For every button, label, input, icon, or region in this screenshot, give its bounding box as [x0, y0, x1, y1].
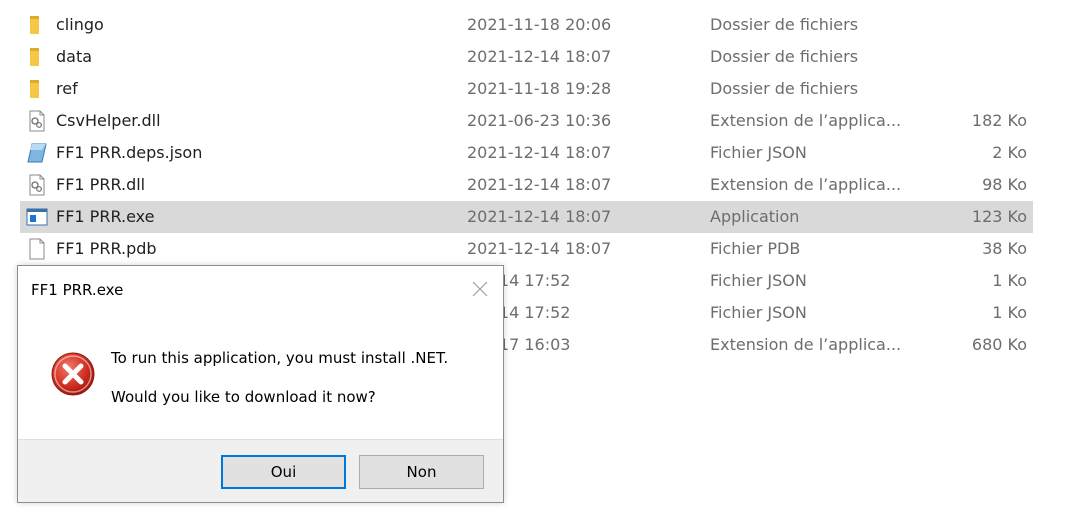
file-row[interactable]: ref 2021-11-18 19:28 Dossier de fichiers	[20, 73, 1033, 105]
error-dialog: FF1 PRR.exe To run this application, you…	[17, 265, 504, 503]
file-type: Fichier JSON	[710, 271, 807, 290]
file-type: Extension de l’applica...	[710, 175, 902, 194]
file-row[interactable]: clingo 2021-11-18 20:06 Dossier de fichier…	[20, 9, 1033, 41]
file-icon	[26, 238, 48, 260]
file-size: 2 Ko	[992, 143, 1027, 162]
file-row[interactable]: FF1 PRR.deps.json 2021-12-14 18:07 Fichier…	[20, 137, 1033, 169]
file-size: 1 Ko	[992, 271, 1027, 290]
file-size: 1 Ko	[992, 303, 1027, 322]
file-name: FF1 PRR.pdb	[56, 239, 157, 258]
file-type: Dossier de fichiers	[710, 47, 859, 66]
file-type: Application	[710, 207, 800, 226]
file-type: Extension de l’applica...	[710, 111, 902, 130]
error-icon	[51, 352, 95, 396]
file-name: data	[56, 47, 93, 66]
dll-icon	[26, 174, 48, 196]
file-date: 2021-11-18 20:06	[467, 15, 612, 34]
close-icon	[472, 281, 488, 297]
file-row[interactable]: FF1 PRR.exe 2021-12-14 18:07 Application 12…	[20, 201, 1033, 233]
file-type: Extension de l’applica...	[710, 335, 902, 354]
file-name: clingo	[56, 15, 104, 34]
dialog-footer: Oui Non	[18, 439, 503, 502]
file-date: 2021-06-23 10:36	[467, 111, 612, 130]
dialog-body: To run this application, you must instal…	[18, 314, 503, 439]
file-date: 2021-12-14 18:07	[467, 47, 612, 66]
yes-button[interactable]: Oui	[221, 455, 346, 489]
file-date: 2021-11-18 19:28	[467, 79, 612, 98]
exe-icon	[26, 206, 48, 228]
file-type: Dossier de fichiers	[710, 15, 859, 34]
file-type: Fichier PDB	[710, 239, 801, 258]
dll-icon	[26, 110, 48, 132]
dialog-title: FF1 PRR.exe	[31, 281, 124, 299]
file-type: Fichier JSON	[710, 303, 807, 322]
dialog-message-line1: To run this application, you must instal…	[111, 349, 449, 367]
file-type: Fichier JSON	[710, 143, 807, 162]
dialog-title-bar[interactable]: FF1 PRR.exe	[18, 266, 503, 314]
file-row[interactable]: data 2021-12-14 18:07 Dossier de fichiers	[20, 41, 1033, 73]
file-row[interactable]: FF1 PRR.pdb 2021-12-14 18:07 Fichier PDB 38…	[20, 233, 1033, 265]
folder-icon	[26, 46, 48, 68]
file-size: 98 Ko	[982, 175, 1027, 194]
file-date: 2021-12-14 18:07	[467, 239, 612, 258]
file-size: 38 Ko	[982, 239, 1027, 258]
file-size: 182 Ko	[971, 111, 1027, 130]
file-name: FF1 PRR.deps.json	[56, 143, 203, 162]
no-button[interactable]: Non	[359, 455, 484, 489]
json-icon	[26, 142, 48, 164]
file-date: 2021-12-14 18:07	[467, 207, 612, 226]
file-date: 2021-12-14 18:07	[467, 175, 612, 194]
file-type: Dossier de fichiers	[710, 79, 859, 98]
file-row[interactable]: CsvHelper.dll 2021-06-23 10:36 Extension d…	[20, 105, 1033, 137]
file-name: CsvHelper.dll	[56, 111, 161, 130]
file-name: FF1 PRR.dll	[56, 175, 146, 194]
file-size: 680 Ko	[971, 335, 1027, 354]
file-name: FF1 PRR.exe	[56, 207, 155, 226]
close-button[interactable]	[459, 273, 501, 305]
file-date: 2021-12-14 18:07	[467, 143, 612, 162]
dialog-message-line2: Would you like to download it now?	[111, 388, 376, 406]
folder-icon	[26, 78, 48, 100]
file-name: ref	[56, 79, 78, 98]
file-size: 123 Ko	[971, 207, 1027, 226]
file-row[interactable]: FF1 PRR.dll 2021-12-14 18:07 Extension de …	[20, 169, 1033, 201]
folder-icon	[26, 14, 48, 36]
